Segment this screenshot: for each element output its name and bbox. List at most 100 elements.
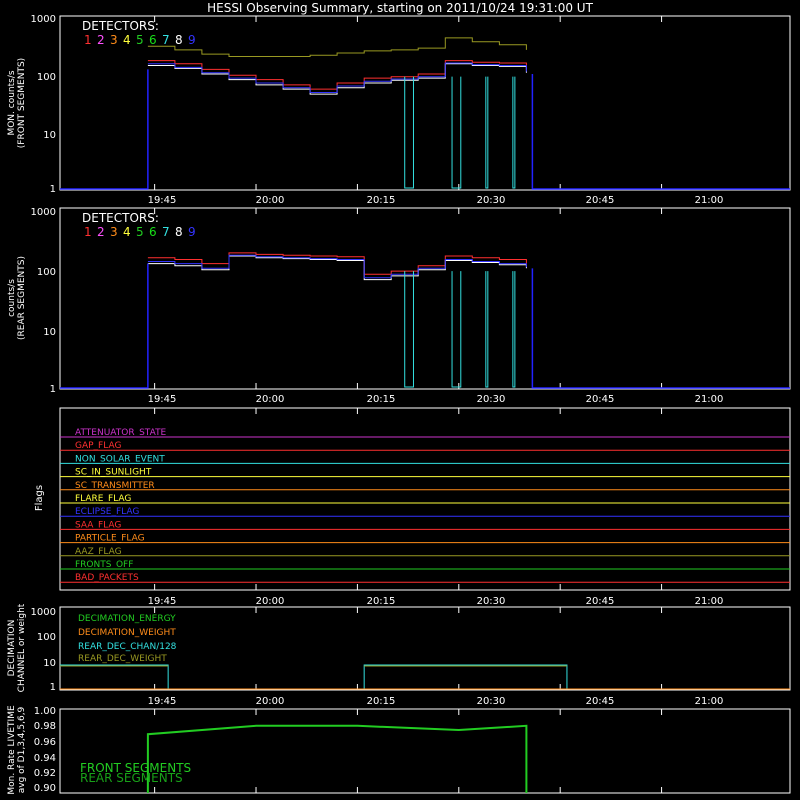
- detector-number-9: 9: [188, 33, 196, 47]
- panel4-ytick-100: 100: [37, 632, 56, 643]
- detector-number-2: 2: [97, 33, 105, 47]
- panel5-ytick-098: 0.98: [34, 721, 56, 732]
- flag-rows: ATTENUATOR_STATEGAP_FLAGNON_SOLAR_EVENTS…: [60, 408, 790, 590]
- panel4-legend-decimation-weight: DECIMATION_WEIGHT: [78, 628, 176, 638]
- dropout-series: [451, 76, 462, 189]
- panel5-legend-rear: REAR SEGMENTS: [80, 771, 183, 785]
- detector-number-6: 6: [149, 225, 157, 239]
- detector-number-4: 4: [123, 33, 131, 47]
- panel1-xtick-labels: 19:45 20:00 20:15 20:30 20:45 21:00: [148, 195, 724, 206]
- panel3-frame: [59, 407, 791, 591]
- panel4-ylabel2: CHANNEL or weight: [17, 603, 27, 692]
- panel2-ylabel: counts/s: [7, 279, 17, 317]
- hessi-summary-figure: HESSI Observing Summary, starting on 201…: [7, 1, 791, 795]
- panel4-ytick-1: 1: [50, 682, 56, 693]
- panel5-ylabel2: avg of D1,3,4,5,6,9: [17, 706, 27, 793]
- detector-number-8: 8: [175, 225, 183, 239]
- detector-number-3: 3: [110, 33, 118, 47]
- panel2-xtick-labels: 19:45 20:00 20:15 20:30 20:45 21:00: [148, 394, 724, 405]
- figure-title: HESSI Observing Summary, starting on 201…: [207, 1, 593, 15]
- series-envelope: [147, 37, 527, 57]
- panel2-xtick-2100: 21:00: [695, 394, 724, 405]
- panel5-ytick-092: 0.92: [34, 768, 56, 779]
- panel2-ytick-1000: 1000: [31, 207, 56, 218]
- detector-number-7: 7: [162, 33, 170, 47]
- series-1: [147, 60, 527, 90]
- panel2-xtick-2015: 20:15: [367, 394, 396, 405]
- panel1-xtick-2045: 20:45: [586, 195, 615, 206]
- dropout-series: [512, 76, 516, 189]
- panel1-detectors-label: DETECTORS:: [82, 19, 159, 33]
- detector-number-8: 8: [175, 33, 183, 47]
- panel4-ytick-10: 10: [43, 658, 56, 669]
- panel1-xtick-2030: 20:30: [477, 195, 506, 206]
- series-1: [147, 252, 527, 275]
- series-9: [147, 254, 527, 279]
- front-segments-panel: DETECTORS: 123456789 1000 100 10 1 MON. …: [7, 14, 791, 206]
- detector-number-5: 5: [136, 33, 144, 47]
- panel4-ylabel: DECIMATION: [7, 620, 17, 677]
- detector-number-9: 9: [188, 225, 196, 239]
- panel3-xtick-labels: 19:45 20:00 20:15 20:30 20:45 21:00: [148, 596, 724, 607]
- flags-panel: ATTENUATOR_STATEGAP_FLAGNON_SOLAR_EVENTS…: [34, 407, 791, 607]
- series-9: [147, 62, 527, 93]
- detector-number-6: 6: [149, 33, 157, 47]
- panel5-ytick-090: 0.90: [34, 783, 56, 794]
- panel1-detector-numbers: 123456789: [84, 33, 196, 47]
- livetime-panel: 1.00 0.98 0.96 0.94 0.92 0.90 FRONT SEGM…: [7, 705, 791, 795]
- panel2-xtick-2045: 20:45: [586, 394, 615, 405]
- panel2-xtick-2000: 20:00: [256, 394, 285, 405]
- panel5-ylabel: Mon. Rate LIVETIME: [7, 705, 17, 795]
- panel3-xtick-2045: 20:45: [586, 596, 615, 607]
- detector-number-3: 3: [110, 225, 118, 239]
- panel4-xtick-2030: 20:30: [477, 696, 506, 707]
- detector-number-5: 5: [136, 225, 144, 239]
- panel5-ytick-096: 0.96: [34, 737, 56, 748]
- panel2-xtick-2030: 20:30: [477, 394, 506, 405]
- detector-number-2: 2: [97, 225, 105, 239]
- panel5-ytick-094: 0.94: [34, 753, 56, 764]
- panel1-xtick-2015: 20:15: [367, 195, 396, 206]
- panel2-ytick-100: 100: [37, 267, 56, 278]
- dropout-series: [512, 271, 516, 388]
- panel4-xtick-labels: 19:45 20:00 20:15 20:30 20:45 21:00: [148, 696, 724, 707]
- panel4-ytick-1000: 1000: [31, 607, 56, 618]
- panel1-xtick-1945: 19:45: [148, 195, 177, 206]
- panel5-plot-area: [146, 709, 663, 794]
- decimation-panel: 1000 100 10 1 DECIMATION_ENERGY DECIMATI…: [7, 603, 791, 707]
- dropout-series: [451, 271, 462, 388]
- livetime-series: [146, 724, 528, 794]
- panel5-ytick-100: 1.00: [34, 706, 56, 717]
- panel2-detectors-label: DETECTORS:: [82, 211, 159, 225]
- baseline-series: [60, 69, 790, 190]
- panel1-ylabel2: (FRONT SEGMENTS): [17, 58, 27, 148]
- panel4-legend-rear-dec-chan: REAR_DEC_CHAN/128: [78, 642, 177, 652]
- panel3-xtick-2030: 20:30: [477, 596, 506, 607]
- panel3-xtick-2000: 20:00: [256, 596, 285, 607]
- panel2-xtick-1945: 19:45: [148, 394, 177, 405]
- panel4-legend-rear-dec-weight: REAR_DEC_WEIGHT: [78, 654, 167, 664]
- detector-number-4: 4: [123, 225, 131, 239]
- rear-segments-panel: DETECTORS: 123456789 1000 100 10 1 count…: [7, 207, 791, 405]
- panel1-ytick-10: 10: [43, 130, 56, 141]
- panel4-legend-decimation-energy: DECIMATION_ENERGY: [78, 614, 176, 624]
- panel3-ylabel: Flags: [34, 485, 45, 511]
- panel2-ytick-1: 1: [50, 384, 56, 395]
- panel4-xtick-1945: 19:45: [148, 696, 177, 707]
- panel2-detector-numbers: 123456789: [84, 225, 196, 239]
- panel1-xtick-2000: 20:00: [256, 195, 285, 206]
- detector-number-7: 7: [162, 225, 170, 239]
- panel3-xtick-2015: 20:15: [367, 596, 396, 607]
- baseline-series: [60, 263, 790, 389]
- dropout-series: [485, 271, 489, 388]
- panel3-xtick-2100: 21:00: [695, 596, 724, 607]
- dropout-series: [485, 76, 489, 189]
- panel4-xtick-2015: 20:15: [367, 696, 396, 707]
- panel2-ylabel2: (REAR SEGMENTS): [17, 256, 27, 340]
- panel1-ytick-1000: 1000: [31, 14, 56, 25]
- panel2-ytick-10: 10: [43, 327, 56, 338]
- panel1-ytick-100: 100: [37, 72, 56, 83]
- panel1-ytick-1: 1: [50, 184, 56, 195]
- detector-number-1: 1: [84, 225, 92, 239]
- panel4-xtick-2100: 21:00: [695, 696, 724, 707]
